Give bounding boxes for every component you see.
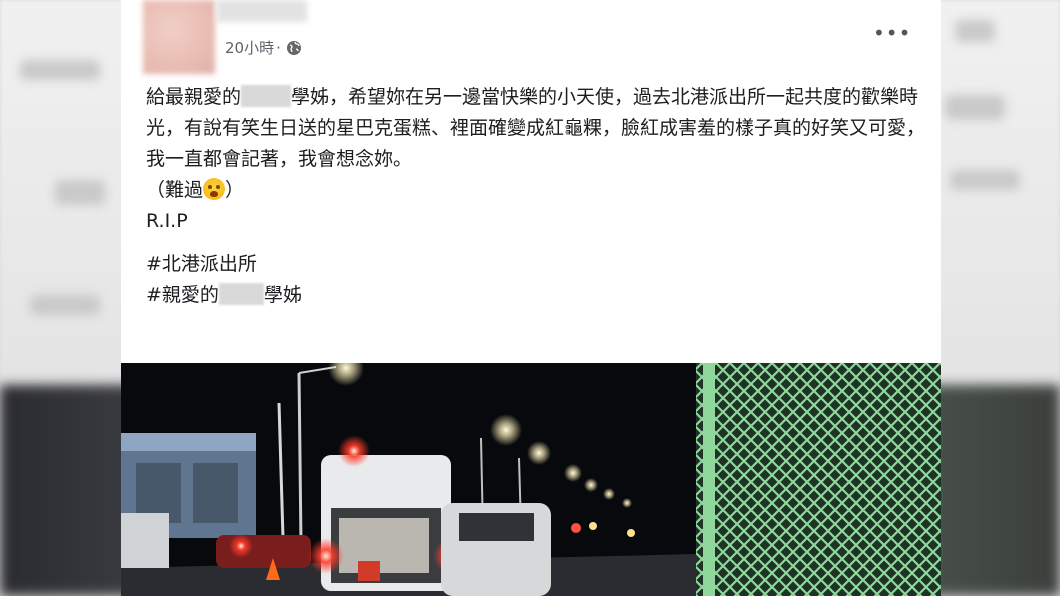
post-text-segment: （難過 — [146, 179, 204, 201]
author-name-redacted — [217, 0, 307, 22]
meta-separator: · — [276, 38, 281, 57]
post-paragraph: 給最親愛的 學姊，希望妳在另一邊當快樂的小天使，過去北港派出所一起共度的歡樂時光，… — [146, 82, 926, 175]
post-meta: 20小時 · — [225, 37, 302, 58]
post-text-segment: ） — [225, 179, 245, 201]
facebook-post-card: 20小時 · ••• 給最親愛的 學姊，希望妳在另一邊當快樂的小天使，過去北港派出… — [121, 0, 941, 596]
post-text-segment: 給最親愛的 — [146, 86, 242, 108]
post-photo[interactable] — [121, 363, 941, 596]
hashtag-link[interactable]: #北港派出所 — [146, 249, 926, 280]
post-paragraph: （難過 ） — [146, 175, 926, 206]
redacted-name-mask — [241, 85, 292, 107]
avatar[interactable] — [143, 0, 215, 74]
crying-face-emoji-icon — [203, 178, 226, 200]
post-text: 給最親愛的 學姊，希望妳在另一邊當快樂的小天使，過去北港派出所一起共度的歡樂時光，… — [146, 82, 926, 311]
hashtag-segment: 學姊 — [263, 284, 302, 306]
globe-icon[interactable] — [286, 40, 302, 56]
hashtag-link[interactable]: #親愛的 學姊 — [146, 280, 926, 311]
post-rip: R.I.P — [146, 210, 188, 232]
redacted-name-mask — [218, 283, 264, 305]
more-options-icon[interactable]: ••• — [873, 21, 911, 45]
night-street-police-car-photo — [121, 363, 941, 596]
hashtag-segment: #親愛的 — [146, 284, 219, 306]
post-timestamp[interactable]: 20小時 — [225, 37, 274, 58]
